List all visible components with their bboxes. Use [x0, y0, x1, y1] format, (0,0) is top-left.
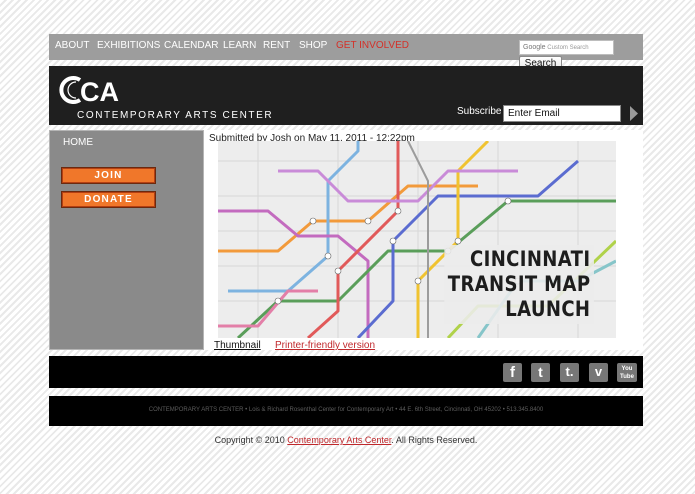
nav-shop[interactable]: Shop [299, 40, 327, 51]
printer-friendly-link[interactable]: Printer-friendly version [275, 340, 375, 351]
copyright-link[interactable]: Contemporary Arts Center [287, 435, 391, 445]
nav-about[interactable]: About [55, 40, 89, 51]
subscribe-label: Subscribe [457, 106, 502, 117]
footer-address: CONTEMPORARY ARTS CENTER • Lois & Richar… [148, 407, 544, 413]
sidebar: HOME JOIN DONATE [49, 130, 204, 350]
search-placeholder-text: Custom Search [547, 45, 589, 51]
vimeo-icon[interactable]: v [589, 363, 608, 382]
subscribe-email-input[interactable]: Enter Email [503, 105, 621, 122]
sidebar-home-link[interactable]: HOME [63, 137, 93, 148]
nav-get-involved[interactable]: Get Involved [336, 40, 409, 51]
copyright-suffix: . All Rights Reserved. [391, 435, 478, 445]
cac-logo[interactable]: CAC [58, 71, 139, 114]
cac-logo-icon: CAC [59, 76, 139, 107]
search-input[interactable]: Google Custom Search [519, 40, 614, 55]
map-title: CINCINNATI TRANSIT MAP LAUNCH [444, 245, 594, 324]
arrow-right-icon[interactable] [629, 105, 639, 122]
logo-text: CAC [80, 77, 120, 107]
copyright-prefix: Copyright © 2010 [214, 435, 288, 445]
nav-learn[interactable]: Learn [223, 40, 256, 51]
youtube-icon[interactable]: You Tube [617, 363, 637, 382]
search-placeholder-brand: Google [523, 44, 546, 51]
map-title-line-2: TRANSIT MAP [447, 272, 591, 296]
join-button[interactable]: JOIN [61, 167, 156, 184]
map-title-line-1: CINCINNATI [470, 247, 591, 271]
site-header: CAC CONTEMPORARY ARTS CENTER Subscribe E… [49, 66, 643, 125]
copyright: Copyright © 2010 Contemporary Arts Cente… [49, 435, 643, 445]
nav-exhibitions[interactable]: Exhibitions [97, 40, 160, 51]
map-title-line-3: LAUNCH [505, 297, 591, 321]
main-content: Submitted by Josh on May 11, 2011 - 12:2… [204, 130, 643, 351]
tumblr-icon[interactable]: t. [560, 363, 579, 382]
facebook-icon[interactable]: f [503, 363, 522, 382]
logo-tagline: CONTEMPORARY ARTS CENTER [77, 110, 274, 121]
donate-button[interactable]: DONATE [61, 191, 156, 208]
twitter-icon[interactable]: t [531, 363, 550, 382]
transit-map-image: CINCINNATI TRANSIT MAP LAUNCH [218, 141, 616, 338]
nav-rent[interactable]: Rent [263, 40, 290, 51]
footer-bar: CONTEMPORARY ARTS CENTER • Lois & Richar… [49, 396, 643, 426]
social-bar: f t t. v You Tube [49, 356, 643, 388]
thumbnail-link[interactable]: Thumbnail [214, 340, 261, 351]
page: About Exhibitions Calendar Learn Rent Sh… [49, 34, 643, 460]
nav-calendar[interactable]: Calendar [164, 40, 218, 51]
